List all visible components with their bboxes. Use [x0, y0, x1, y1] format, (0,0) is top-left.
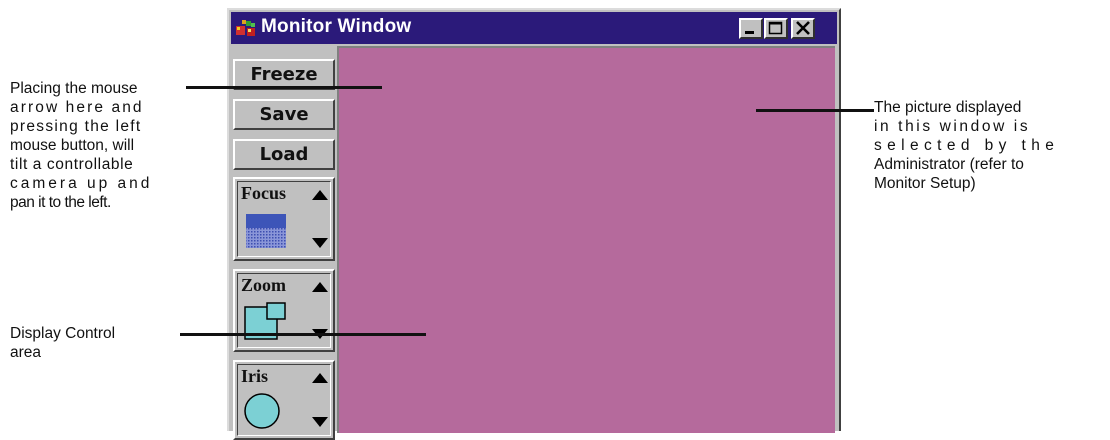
- zoom-up-arrow-icon[interactable]: [311, 281, 329, 293]
- annotation-line: mouse button, will: [10, 137, 135, 154]
- load-button[interactable]: Load: [233, 139, 335, 170]
- freeze-button-label: Freeze: [250, 64, 318, 85]
- annotation-line: pan it to the left.: [10, 194, 111, 211]
- annotation-line: Placing the mouse: [10, 80, 138, 97]
- title-bar[interactable]: Monitor Window: [231, 12, 837, 44]
- annotation-line: tilt a controllable: [10, 156, 134, 173]
- annotation-line: arrow here and: [10, 99, 144, 116]
- annotation-line: pressing the left: [10, 118, 142, 135]
- save-button[interactable]: Save: [233, 99, 335, 130]
- window-title: Monitor Window: [261, 16, 412, 37]
- iris-control: Iris: [233, 360, 335, 440]
- annotation-line: in this window is: [874, 118, 1031, 135]
- zoom-icon: [244, 302, 286, 340]
- save-button-label: Save: [259, 104, 309, 125]
- annotation-line: selected by the: [874, 137, 1060, 154]
- focus-label: Focus: [241, 183, 286, 203]
- zoom-control: Zoom: [233, 269, 335, 352]
- maximize-icon: [768, 21, 783, 35]
- close-icon: [796, 21, 810, 35]
- iris-down-arrow-icon[interactable]: [311, 416, 329, 428]
- focus-control: Focus: [233, 177, 335, 261]
- iris-icon: [244, 393, 280, 429]
- annotation-line: area: [10, 344, 42, 361]
- camera-control-annotation: Placing the mouse arrow here and pressin…: [10, 79, 206, 212]
- load-button-label: Load: [259, 144, 309, 165]
- iris-label: Iris: [241, 366, 268, 386]
- monitor-window: Monitor Window Freeze Save Load Focus Zo…: [227, 8, 841, 440]
- minimize-button[interactable]: [739, 18, 763, 39]
- annotation-line: camera up and: [10, 175, 153, 192]
- zoom-label: Zoom: [241, 275, 286, 295]
- minimize-icon: [745, 31, 754, 34]
- display-control-leader-line: [180, 333, 426, 336]
- display-control-annotation: Display Control area: [10, 324, 170, 362]
- maximize-button[interactable]: [764, 18, 788, 39]
- picture-display-leader-line: [756, 109, 874, 112]
- iris-up-arrow-icon[interactable]: [311, 372, 329, 384]
- camera-app-icon: [236, 20, 255, 36]
- focus-icon: [246, 214, 286, 248]
- annotation-line: The picture displayed: [874, 99, 1022, 116]
- annotation-line: Display Control: [10, 325, 116, 342]
- focus-up-arrow-icon[interactable]: [311, 189, 329, 201]
- close-button[interactable]: [791, 18, 815, 39]
- annotation-line: Administrator (refer to: [874, 156, 1024, 173]
- picture-display-area[interactable]: [337, 46, 835, 433]
- camera-control-leader-line: [186, 86, 382, 89]
- focus-down-arrow-icon[interactable]: [311, 237, 329, 249]
- annotation-line: Monitor Setup): [874, 175, 976, 192]
- picture-display-annotation: The picture displayed in this window is …: [874, 98, 1106, 193]
